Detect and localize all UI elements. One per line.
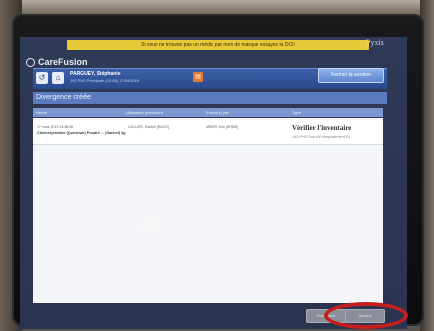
column-header-found-by: Trouvé(s) par <box>205 110 229 115</box>
brand-logo: CareFusion <box>26 55 88 69</box>
row-medication: Cholestyramine (Questran) Poudre ... (Sa… <box>37 131 126 135</box>
table-body <box>33 118 383 303</box>
logout-button[interactable]: Fermer la session <box>318 68 384 83</box>
user-station: 192 PH2 Principale (10.06) 17/04/2019 <box>70 78 140 83</box>
alert-icon[interactable]: ▤ <box>193 72 203 82</box>
column-header-type: Type <box>292 110 301 115</box>
product-name: Pyxis <box>366 38 384 47</box>
carefusion-logo-icon <box>26 57 35 67</box>
red-annotation-circle <box>324 302 408 329</box>
brand-name: CareFusion <box>38 57 88 67</box>
row-location: 192 PH2 Tour d'Entreposement E1 <box>292 135 351 139</box>
warning-banner: Si vous ne trouvez pas un médic par nom … <box>67 40 369 50</box>
row-found-by: MEIER, Eric [ERME] <box>206 125 239 129</box>
back-arrow-icon[interactable]: ↺ <box>36 72 48 84</box>
row-previous-user: COLLIER, Rachel [RACO] <box>128 125 169 129</box>
user-name: PARGUEY, Stéphanie <box>70 71 121 77</box>
row-date: 17 mars 2019 14:38:55 <box>37 125 73 129</box>
page-title: Divergence créée <box>36 94 91 101</box>
row-type: Vérifier l'inventaire <box>292 124 352 132</box>
home-icon[interactable]: ⌂ <box>52 72 64 84</box>
column-header-previous-user: Utilisateur précédent <box>126 110 163 115</box>
column-header-time: Heure <box>36 110 47 115</box>
